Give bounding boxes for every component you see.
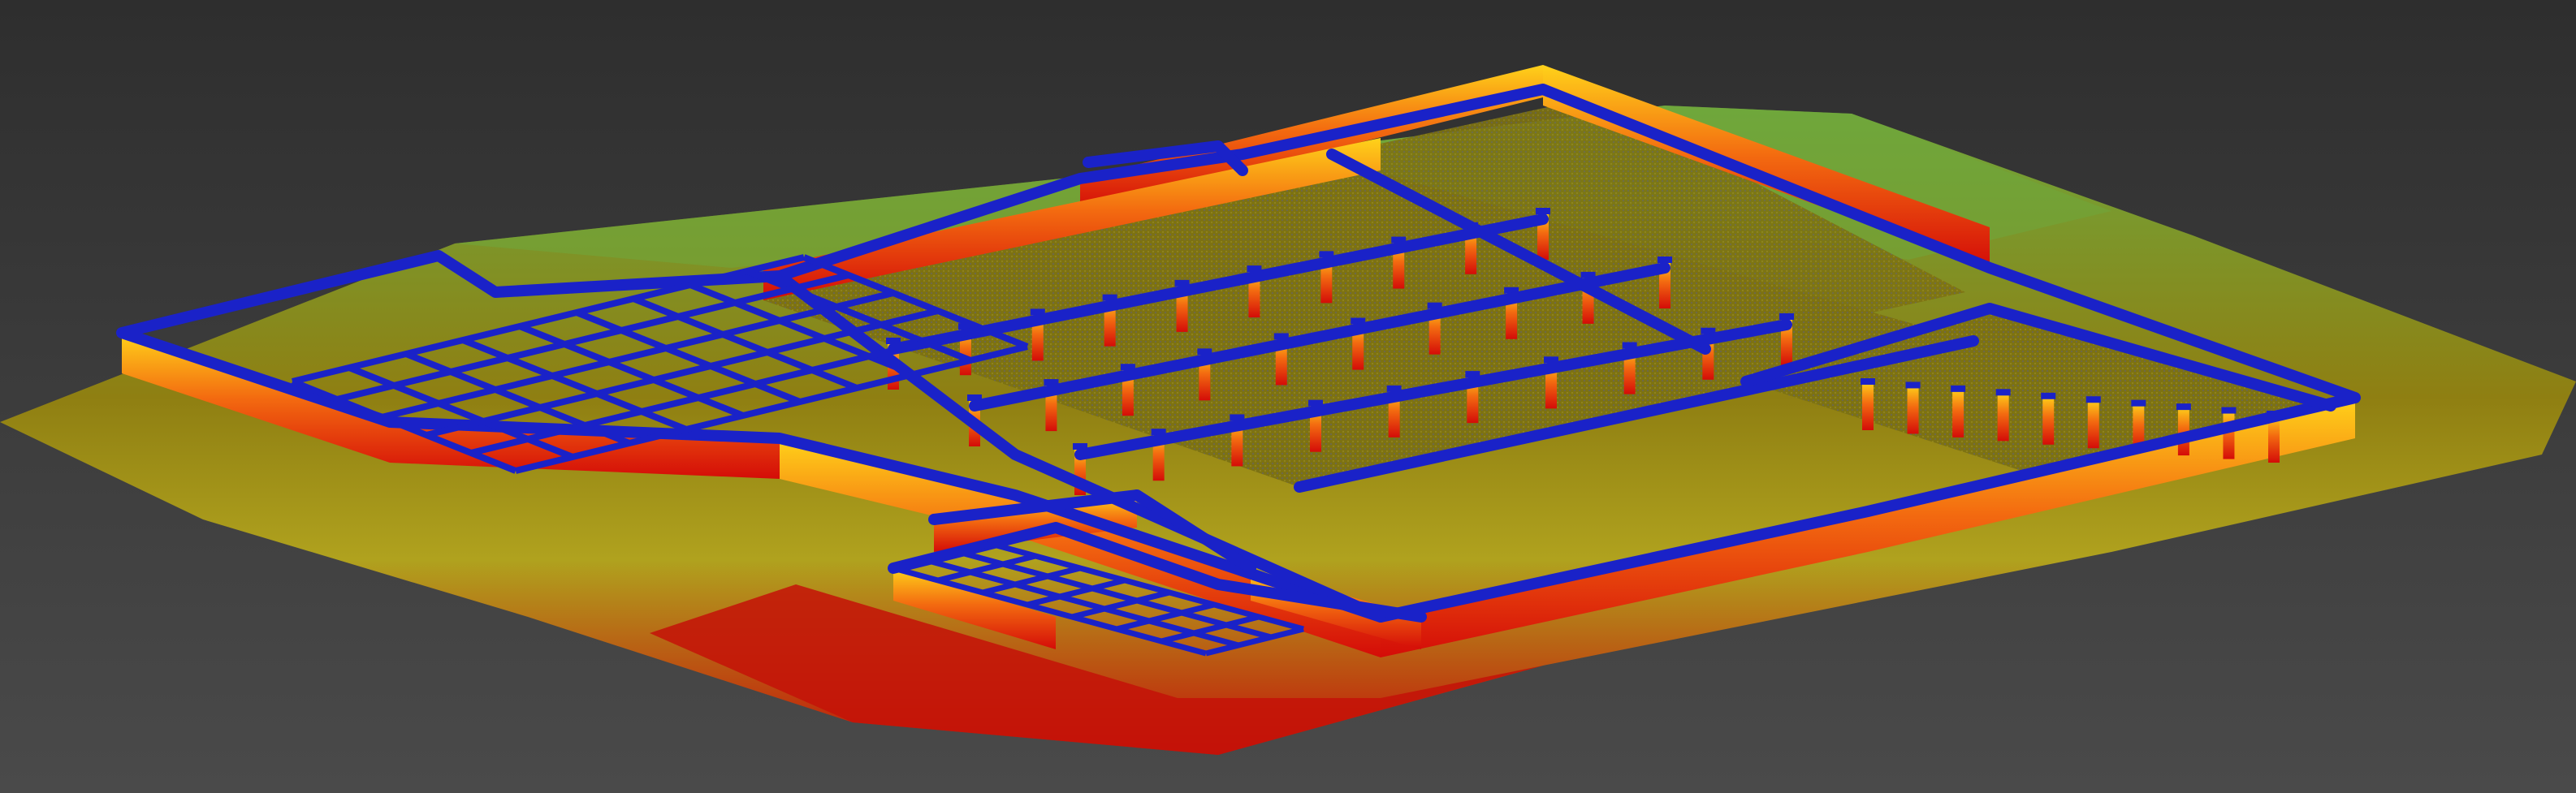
pillar-cap: [1536, 208, 1550, 214]
pillar-cap: [2041, 392, 2056, 399]
pillar: [2223, 410, 2235, 459]
pillar: [1862, 381, 1874, 430]
pillar: [1952, 388, 1964, 437]
pillar-cap: [2085, 396, 2101, 403]
pillar: [1997, 392, 2009, 442]
point-cloud-viewport[interactable]: [0, 0, 2576, 793]
pillar: [2087, 399, 2099, 449]
pillar-cap: [1951, 385, 1966, 392]
pillar: [1907, 385, 1919, 434]
pillar-cap: [1779, 313, 1794, 320]
point-cloud-scene: [0, 0, 2576, 793]
pillar-cap: [2221, 407, 2237, 414]
pillar-cap: [1658, 256, 1672, 263]
pillar-cap: [2131, 399, 2146, 407]
pillar-cap: [2176, 403, 2191, 411]
pillar-cap: [1861, 378, 1875, 385]
pillar: [2042, 395, 2055, 445]
pillar-cap: [1905, 381, 1921, 389]
pillar-cap: [1995, 389, 2011, 396]
